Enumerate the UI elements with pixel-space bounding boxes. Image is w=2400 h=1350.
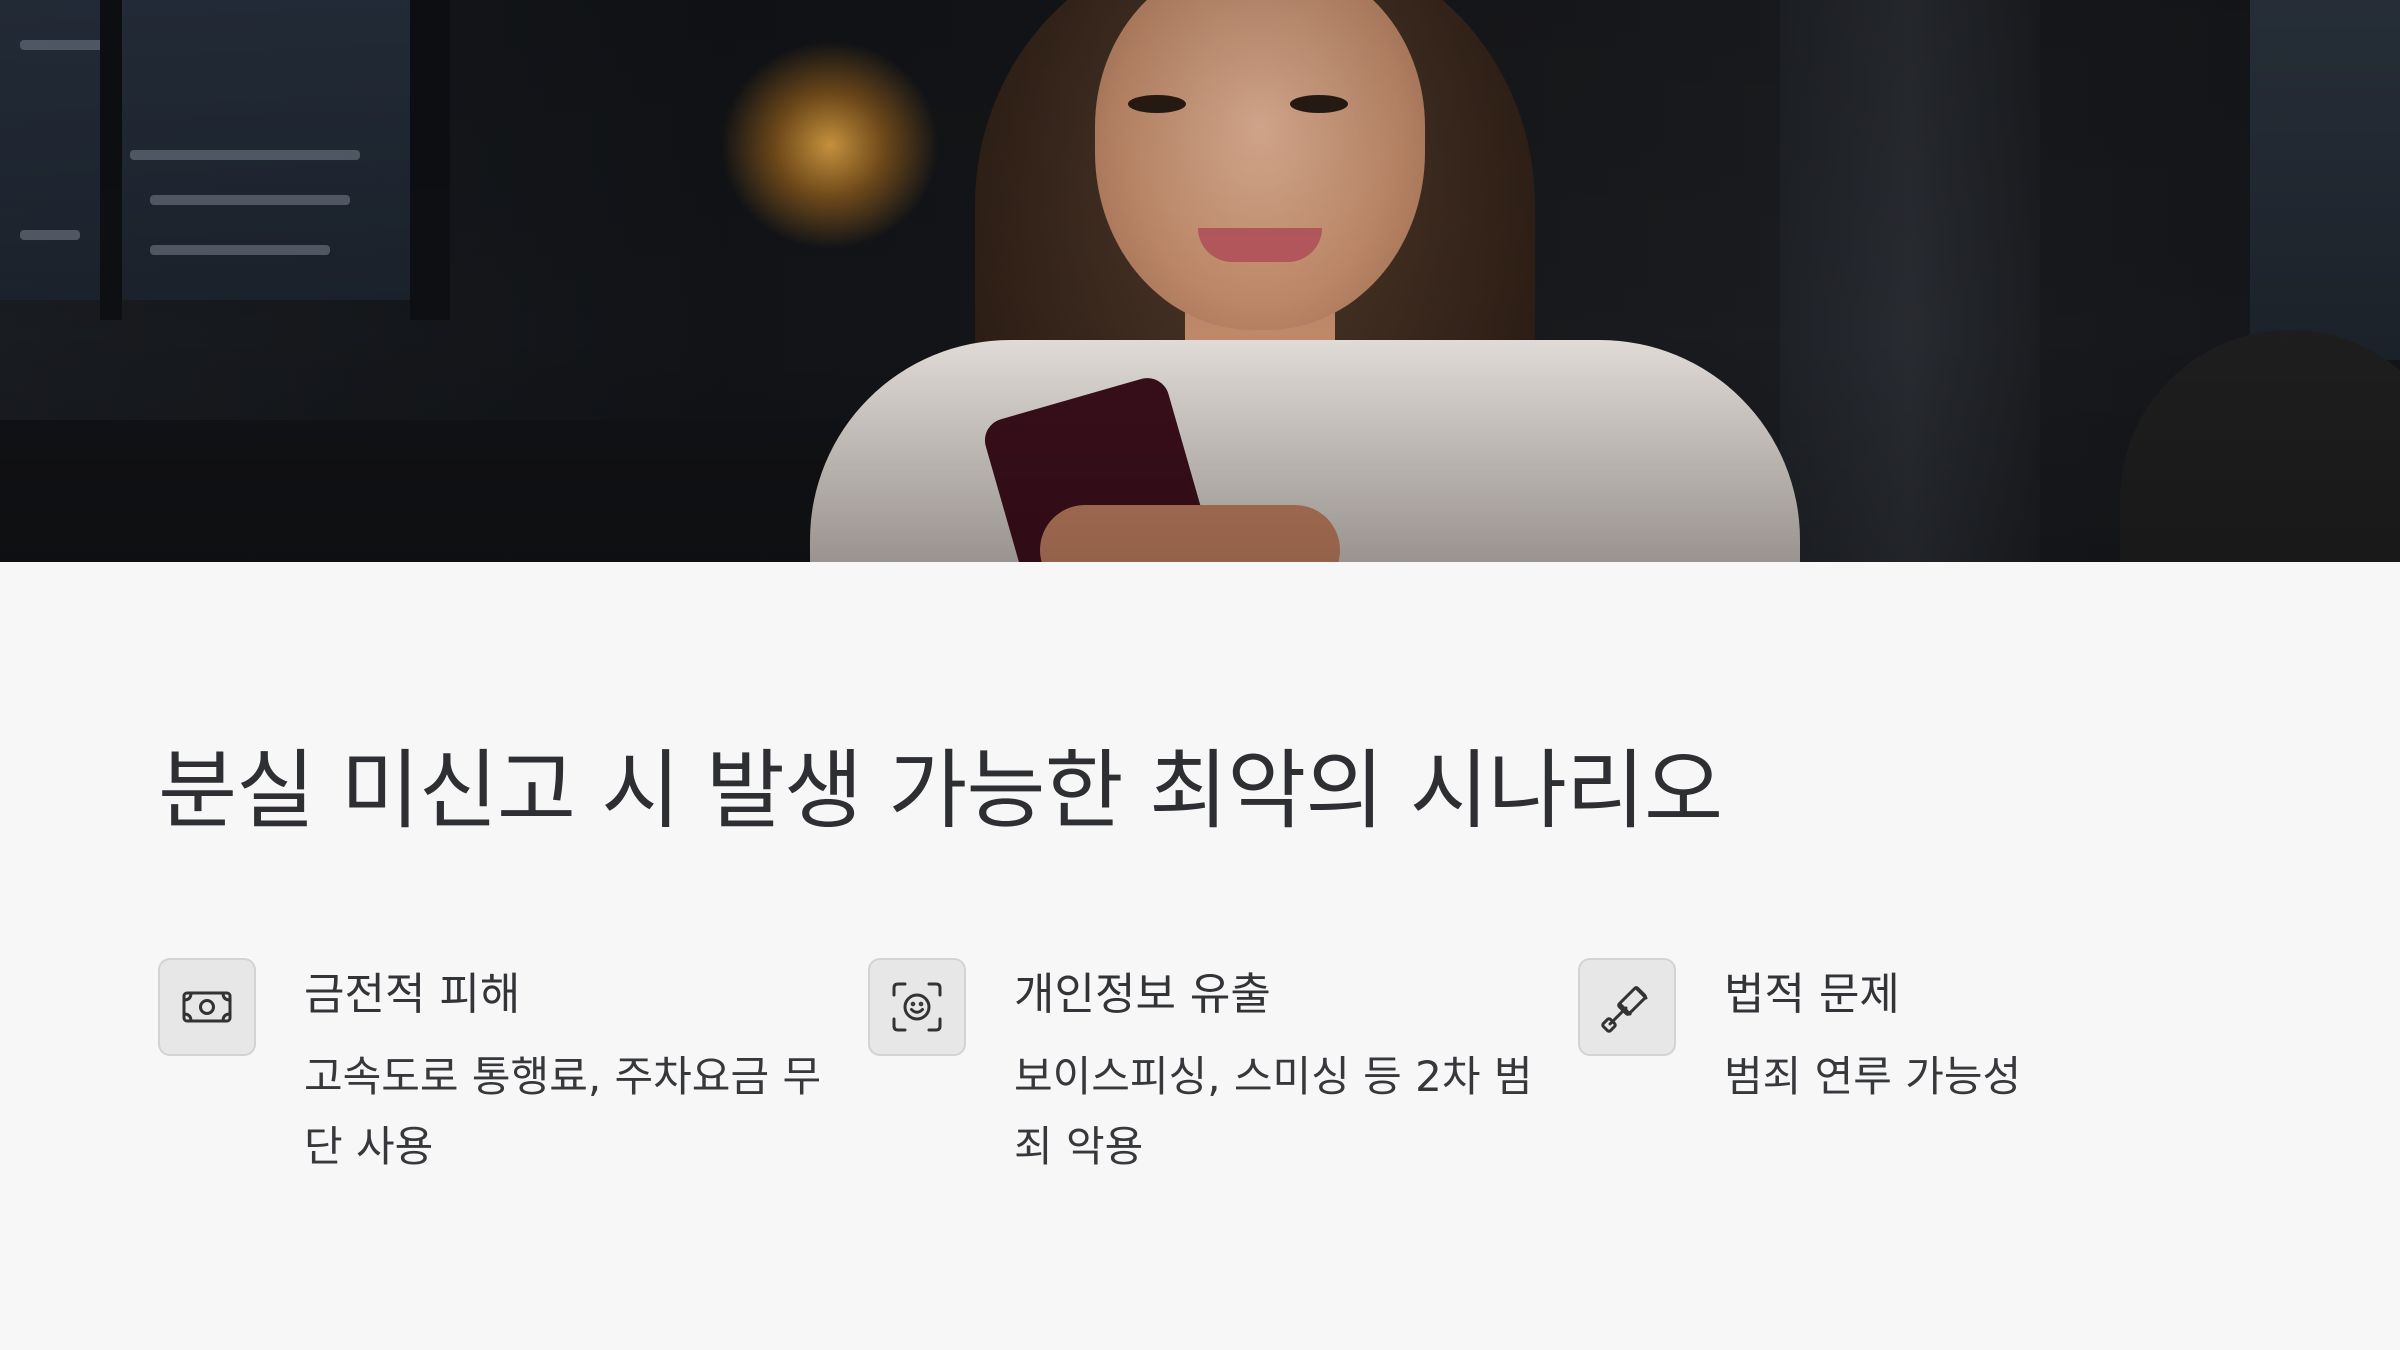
card-heading: 개인정보 유출 bbox=[1014, 969, 1271, 1020]
scenario-card-legal: 법적 문제 범죄 연루 가능성 bbox=[1578, 958, 2218, 1198]
slide: 분실 미신고 시 발생 가능한 최악의 시나리오 금전적 피해 고속도로 통행료… bbox=[0, 0, 2400, 1350]
page-title: 분실 미신고 시 발생 가능한 최악의 시나리오 bbox=[158, 741, 1723, 841]
card-body: 고속도로 통행료, 주차요금 무단 사용 bbox=[304, 1052, 822, 1171]
hero-photo bbox=[0, 0, 2400, 562]
gavel-icon bbox=[1578, 958, 1676, 1056]
card-body: 범죄 연루 가능성 bbox=[1724, 1052, 2022, 1101]
scenario-card-privacy: 개인정보 유출 보이스피싱, 스미싱 등 2차 범죄 악용 bbox=[868, 958, 1533, 1198]
face-scan-icon bbox=[868, 958, 966, 1056]
card-body: 보이스피싱, 스미싱 등 2차 범죄 악용 bbox=[1014, 1052, 1533, 1171]
card-heading: 금전적 피해 bbox=[304, 969, 521, 1020]
money-bill-icon bbox=[158, 958, 256, 1056]
card-heading: 법적 문제 bbox=[1724, 969, 1900, 1020]
scenario-card-financial: 금전적 피해 고속도로 통행료, 주차요금 무단 사용 bbox=[158, 958, 821, 1198]
